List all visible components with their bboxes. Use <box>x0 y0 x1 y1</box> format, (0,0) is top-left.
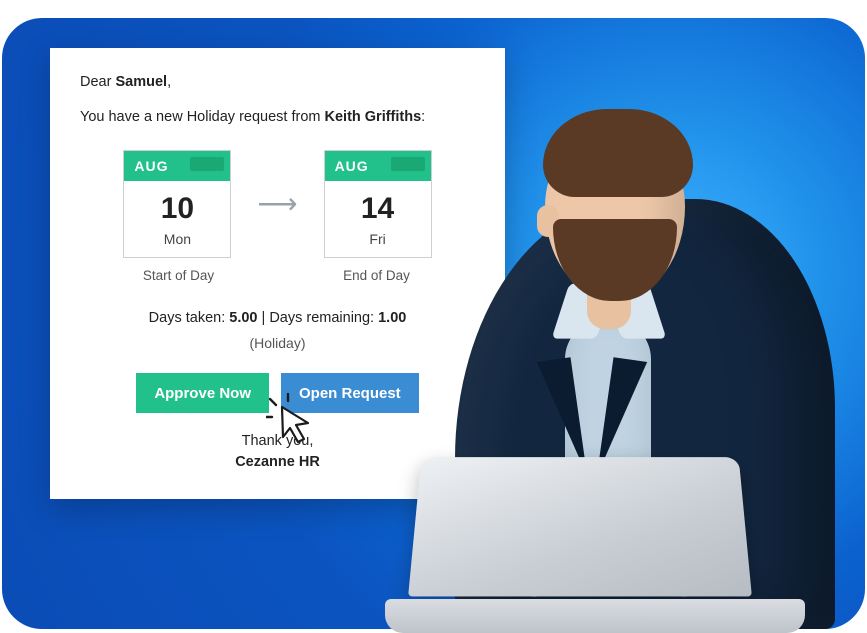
date-range-row: AUG 10 Mon ⟶ AUG 14 Fri <box>80 150 475 258</box>
days-remaining-value: 1.00 <box>378 310 406 326</box>
greeting-prefix: Dear <box>80 74 115 90</box>
holiday-request-card: Dear Samuel, You have a new Holiday requ… <box>50 48 505 499</box>
summary-line: Days taken: 5.00 | Days remaining: 1.00 <box>80 308 475 329</box>
summary-type: (Holiday) <box>80 333 475 353</box>
date-captions-row: Start of Day End of Day <box>80 266 475 286</box>
end-caption: End of Day <box>323 266 431 286</box>
days-taken-label: Days taken: <box>149 310 230 326</box>
intro-line: You have a new Holiday request from Keit… <box>80 107 475 128</box>
days-taken-value: 5.00 <box>229 310 257 326</box>
days-remaining-label: Days remaining: <box>269 310 378 326</box>
recipient-name: Samuel <box>115 74 167 90</box>
signoff: Thank you, Cezanne HR <box>80 431 475 473</box>
start-day-of-week: Mon <box>124 229 230 249</box>
start-date-tile: AUG 10 Mon <box>123 150 231 258</box>
button-row: Approve Now Open Request <box>80 373 475 413</box>
summary-separator: | <box>257 310 269 326</box>
start-day-number: 10 <box>124 181 230 231</box>
end-date-tile: AUG 14 Fri <box>324 150 432 258</box>
intro-prefix: You have a new Holiday request from <box>80 109 325 125</box>
signoff-brand: Cezanne HR <box>80 452 475 473</box>
requester-name: Keith Griffiths <box>325 109 422 125</box>
start-caption: Start of Day <box>125 266 233 286</box>
signoff-thanks: Thank you, <box>242 433 314 449</box>
arrow-right-icon: ⟶ <box>257 184 297 225</box>
approve-button[interactable]: Approve Now <box>136 373 269 413</box>
open-request-button[interactable]: Open Request <box>281 373 419 413</box>
end-month: AUG <box>325 151 431 181</box>
end-day-number: 14 <box>325 181 431 231</box>
greeting-suffix: , <box>167 74 171 90</box>
greeting-line: Dear Samuel, <box>80 72 475 93</box>
intro-suffix: : <box>421 109 425 125</box>
end-day-of-week: Fri <box>325 229 431 249</box>
start-month: AUG <box>124 151 230 181</box>
